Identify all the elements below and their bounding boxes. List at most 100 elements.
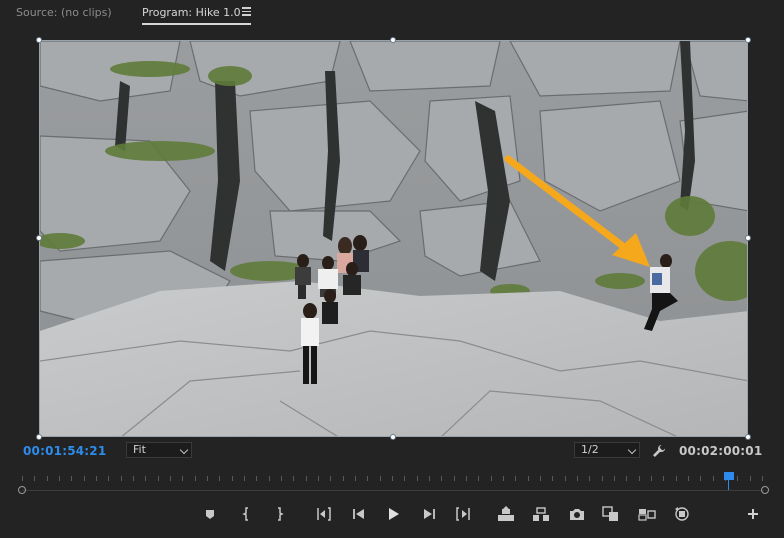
ruler-tick [466, 476, 467, 481]
zoom-scroll-handle-right[interactable] [761, 486, 769, 494]
ruler-tick [219, 476, 221, 481]
ruler-tick [268, 476, 270, 481]
ruler-tick [256, 476, 258, 481]
zoom-scroll-bar[interactable] [22, 490, 764, 491]
comparison-view-button[interactable] [602, 505, 620, 523]
ruler-tick [46, 476, 48, 481]
step-forward-button[interactable] [420, 505, 438, 523]
ruler-tick [34, 476, 36, 481]
ruler-tick [207, 476, 208, 481]
active-tab-indicator [142, 23, 251, 25]
ruler-tick [638, 476, 640, 481]
playhead-timecode[interactable]: 00:01:54:21 [23, 444, 106, 458]
ruler-tick [749, 476, 751, 481]
ruler-tick [712, 476, 714, 481]
play-button[interactable] [384, 505, 402, 523]
ruler-tick [108, 476, 110, 481]
ruler-tick [503, 476, 504, 481]
ruler-tick [762, 476, 763, 481]
video-frame [39, 40, 748, 437]
transform-handle-bottom[interactable] [390, 434, 396, 440]
panel-tab-bar: Source: (no clips) Program: Hike 1.0 [0, 0, 784, 28]
go-to-in-icon [317, 507, 331, 521]
video-frame-image [40, 41, 747, 436]
mark-out-icon [278, 507, 284, 521]
ruler-tick [367, 476, 369, 481]
button-editor-add-button[interactable] [744, 505, 762, 523]
ruler-tick [564, 476, 566, 481]
transform-handle-left[interactable] [36, 235, 42, 241]
ruler-tick [355, 476, 356, 481]
ruler-tick [429, 476, 430, 481]
playback-resolution-value: 1/2 [581, 443, 599, 456]
transform-handle-top[interactable] [390, 37, 396, 43]
transform-handle-top-right[interactable] [745, 37, 751, 43]
ruler-tick [651, 476, 652, 481]
extract-button[interactable] [532, 505, 550, 523]
ruler-tick [182, 476, 184, 481]
transform-handle-bottom-left[interactable] [36, 434, 42, 440]
ruler-tick [540, 476, 541, 481]
zoom-level-select[interactable]: Fit [126, 442, 192, 458]
zoom-scroll-handle-left[interactable] [18, 486, 26, 494]
add-marker-button[interactable] [201, 505, 219, 523]
settings-wrench-icon[interactable] [652, 443, 666, 457]
zoom-level-value: Fit [133, 443, 146, 456]
tab-source-monitor[interactable]: Source: (no clips) [16, 6, 112, 19]
ruler-tick [22, 476, 23, 481]
ruler-tick [700, 476, 702, 481]
ruler-tick [305, 476, 307, 481]
ruler-tick [281, 476, 282, 481]
mark-out-button[interactable] [270, 505, 288, 523]
panel-menu-icon[interactable] [242, 7, 251, 16]
mark-in-icon [242, 507, 248, 521]
ruler-tick [688, 476, 689, 481]
transform-handle-bottom-right[interactable] [745, 434, 751, 440]
ruler-tick [133, 476, 134, 481]
ruler-tick [453, 476, 455, 481]
multi-camera-icon [638, 509, 656, 521]
transform-handle-right[interactable] [745, 235, 751, 241]
export-frame-button[interactable] [568, 505, 586, 523]
ruler-tick [490, 476, 492, 481]
duration-timecode: 00:02:00:01 [679, 444, 763, 458]
playback-resolution-select[interactable]: 1/2 [574, 442, 640, 458]
playhead-marker[interactable] [723, 472, 734, 480]
multi-camera-button[interactable] [638, 505, 656, 523]
ruler-tick [379, 476, 381, 481]
ruler-tick [527, 476, 529, 481]
transform-handle-top-left[interactable] [36, 37, 42, 43]
lift-icon [498, 506, 514, 521]
tab-program-monitor[interactable]: Program: Hike 1.0 [142, 6, 241, 19]
mark-in-button[interactable] [238, 505, 256, 523]
ruler-tick [83, 476, 85, 481]
ruler-tick [59, 476, 60, 481]
comparison-view-icon [602, 506, 618, 521]
ruler-tick [577, 476, 578, 481]
ruler-tick [601, 476, 603, 481]
program-monitor-viewer[interactable] [36, 37, 751, 440]
step-back-icon [353, 509, 364, 519]
add-marker-icon [206, 510, 214, 519]
ruler-tick [170, 476, 171, 481]
ruler-tick [231, 476, 233, 481]
time-ruler[interactable] [22, 470, 763, 482]
step-back-button[interactable] [350, 505, 368, 523]
go-to-out-button[interactable] [454, 505, 472, 523]
go-to-in-button[interactable] [315, 505, 333, 523]
ruler-tick [589, 476, 591, 481]
vr-video-button[interactable] [673, 505, 691, 523]
ruler-tick [71, 476, 73, 481]
chevron-down-icon [179, 445, 189, 455]
add-button-icon [748, 509, 758, 519]
ruler-tick [145, 476, 147, 481]
ruler-tick [342, 476, 344, 481]
playhead-line [728, 480, 730, 490]
ruler-tick [96, 476, 97, 481]
step-forward-icon [424, 509, 435, 519]
lift-button[interactable] [497, 505, 515, 523]
go-to-out-icon [456, 507, 470, 521]
ruler-tick [293, 476, 295, 481]
ruler-tick [552, 476, 554, 481]
ruler-tick [515, 476, 517, 481]
